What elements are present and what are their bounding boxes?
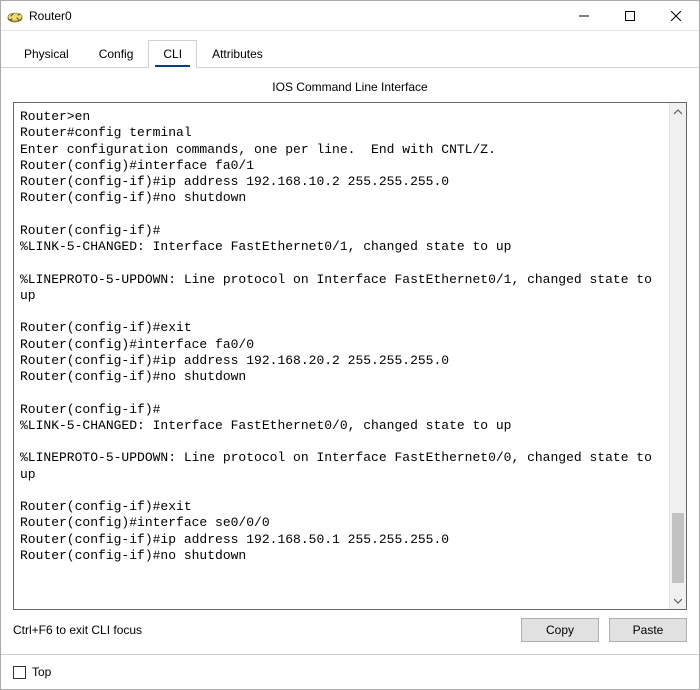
router-icon: [7, 8, 23, 24]
tab-cli[interactable]: CLI: [148, 40, 197, 68]
cli-hint: Ctrl+F6 to exit CLI focus: [13, 623, 511, 637]
scrollbar[interactable]: [669, 103, 686, 609]
scroll-thumb[interactable]: [672, 513, 684, 583]
button-row: Ctrl+F6 to exit CLI focus Copy Paste: [13, 610, 687, 646]
tab-bar: Physical Config CLI Attributes: [1, 31, 699, 68]
scroll-up-icon[interactable]: [670, 103, 686, 120]
copy-button[interactable]: Copy: [521, 618, 599, 642]
tab-attributes[interactable]: Attributes: [197, 40, 278, 68]
titlebar: Router0: [1, 1, 699, 31]
window-title: Router0: [29, 9, 561, 23]
top-label: Top: [32, 665, 51, 679]
cli-panel: IOS Command Line Interface Router>en Rou…: [1, 68, 699, 654]
panel-title: IOS Command Line Interface: [13, 76, 687, 102]
minimize-button[interactable]: [561, 1, 607, 30]
close-button[interactable]: [653, 1, 699, 30]
tab-physical[interactable]: Physical: [9, 40, 84, 68]
terminal-output[interactable]: Router>en Router#config terminal Enter c…: [14, 103, 669, 609]
tab-config[interactable]: Config: [84, 40, 149, 68]
top-checkbox[interactable]: [13, 666, 26, 679]
footer: Top: [1, 654, 699, 689]
app-window: Router0 Physical Config CLI Attributes I…: [0, 0, 700, 690]
terminal-container: Router>en Router#config terminal Enter c…: [13, 102, 687, 610]
window-controls: [561, 1, 699, 30]
scroll-down-icon[interactable]: [670, 592, 686, 609]
maximize-button[interactable]: [607, 1, 653, 30]
paste-button[interactable]: Paste: [609, 618, 687, 642]
